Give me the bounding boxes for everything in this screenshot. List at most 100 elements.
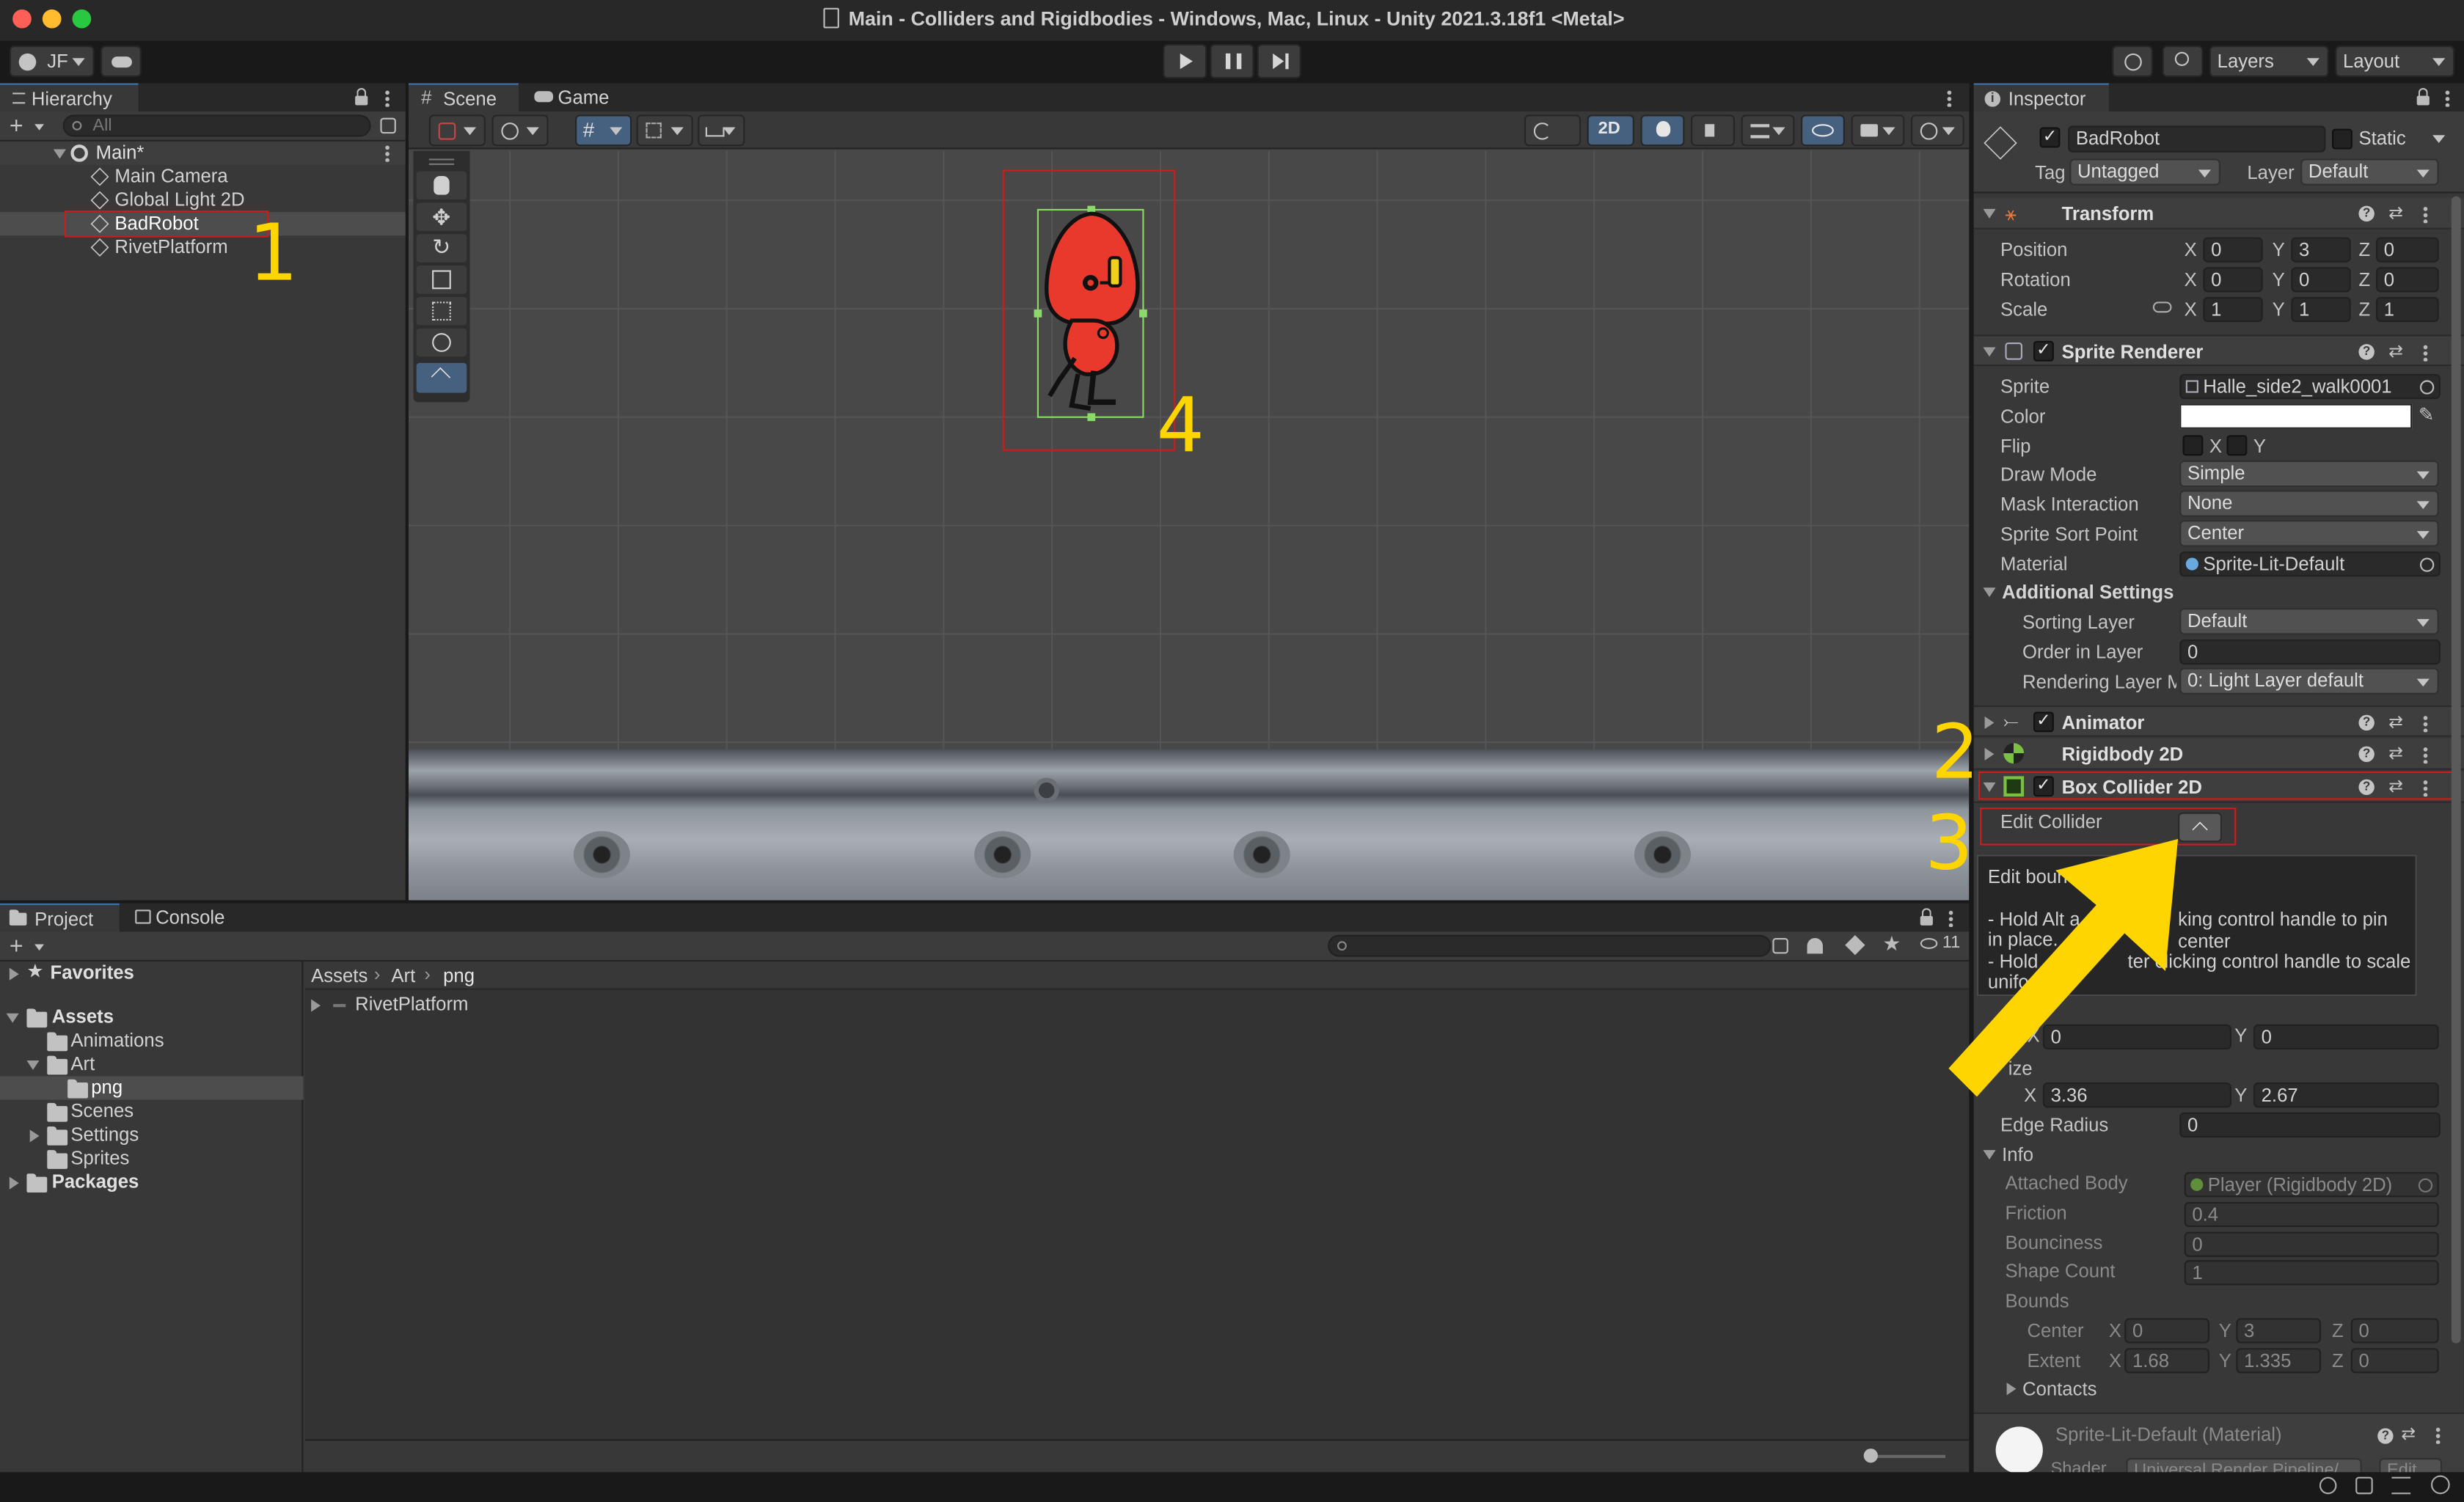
shading-toggle[interactable] <box>1524 114 1582 147</box>
zoom-slider-thumb[interactable] <box>1863 1448 1878 1463</box>
tree-item-png[interactable]: png <box>0 1076 304 1100</box>
expand-icon[interactable] <box>311 999 321 1012</box>
filter-label-icon[interactable] <box>1845 934 1865 956</box>
lighting-toggle[interactable] <box>1640 114 1685 147</box>
scene-filter-icon[interactable] <box>380 117 396 134</box>
breadcrumb-assets[interactable]: Assets <box>311 964 368 986</box>
tree-item-scenes[interactable]: Scenes <box>0 1100 303 1124</box>
scene-row[interactable]: Main* <box>0 141 406 165</box>
expand-icon[interactable] <box>9 1176 19 1190</box>
rotate-tool-button[interactable]: ↻ <box>416 234 467 263</box>
static-dropdown-icon[interactable] <box>2432 135 2446 143</box>
order-in-layer-field[interactable]: 0 <box>2179 639 2441 665</box>
search-scope-icon[interactable] <box>1772 937 1788 954</box>
account-dropdown[interactable]: JF <box>9 45 95 77</box>
maximize-window-button[interactable] <box>72 9 92 29</box>
presets-icon[interactable]: ⇄ <box>2388 711 2403 733</box>
rotation-z-field[interactable]: 0 <box>2376 267 2439 293</box>
tree-item-sprites[interactable]: Sprites <box>0 1147 303 1171</box>
project-search-input[interactable] <box>1328 934 1772 957</box>
breadcrumb-art[interactable]: Art <box>391 964 415 986</box>
size-y-field[interactable]: 2.67 <box>2253 1082 2439 1108</box>
effects-dropdown[interactable] <box>1741 114 1795 147</box>
tab-game[interactable]: Game <box>524 84 619 112</box>
robot-sprite[interactable] <box>1037 210 1144 418</box>
close-window-button[interactable] <box>12 9 32 29</box>
rotation-x-field[interactable]: 0 <box>2203 267 2263 293</box>
cloud-button[interactable] <box>100 45 142 77</box>
play-button[interactable] <box>1163 43 1207 79</box>
help-icon[interactable]: ? <box>2358 205 2375 222</box>
zoom-slider-track[interactable] <box>1866 1454 1946 1459</box>
tab-project[interactable]: Project <box>0 903 120 932</box>
edge-radius-field[interactable]: 0 <box>2179 1112 2441 1138</box>
add-icon[interactable]: + <box>10 934 23 960</box>
expand-icon[interactable] <box>1984 747 1995 761</box>
hand-tool-button[interactable] <box>416 171 467 200</box>
active-checkbox[interactable]: ✓ <box>2039 127 2061 148</box>
tree-item-favorites[interactable]: ★ Favorites <box>0 960 303 986</box>
toggle-2d-button[interactable]: 2D <box>1587 114 1634 147</box>
collapse-icon[interactable] <box>1983 1150 1996 1160</box>
rotation-y-field[interactable]: 0 <box>2291 267 2351 293</box>
more-icon[interactable] <box>384 89 390 107</box>
filter-type-icon[interactable] <box>1807 937 1823 954</box>
object-name-field[interactable]: BadRobot <box>2068 125 2326 153</box>
lock-icon[interactable] <box>1920 908 1933 926</box>
collapse-icon[interactable] <box>1983 208 1996 219</box>
pause-button[interactable] <box>1210 43 1254 79</box>
sprite-sort-point-dropdown[interactable]: Center <box>2179 520 2439 547</box>
scene-more-icon[interactable] <box>384 144 390 162</box>
expand-icon[interactable] <box>2006 1382 2017 1396</box>
grid-dropdown[interactable] <box>636 114 693 147</box>
grid-snap-dropdown[interactable]: # <box>575 114 632 147</box>
help-icon[interactable]: ? <box>2358 746 2375 763</box>
component-more-icon[interactable] <box>2423 205 2428 224</box>
tree-item-animations[interactable]: Animations <box>0 1029 303 1052</box>
scene-more-icon[interactable] <box>1947 89 1952 107</box>
rivet-platform[interactable] <box>408 749 1970 901</box>
tab-console[interactable]: Console <box>125 904 245 932</box>
sprite-field[interactable]: Halle_side2_walk0001 <box>2179 373 2441 400</box>
network-icon[interactable] <box>2391 1476 2411 1495</box>
component-more-icon[interactable] <box>2423 746 2428 764</box>
presets-icon[interactable]: ⇄ <box>2401 1424 2416 1444</box>
transform-header[interactable]: ⚹ Transform ? ⇄ <box>1973 197 2464 230</box>
hierarchy-item-global-light[interactable]: Global Light 2D <box>0 188 406 212</box>
component-more-icon[interactable] <box>2423 714 2428 733</box>
mask-interaction-dropdown[interactable]: None <box>2179 490 2439 517</box>
component-more-icon[interactable] <box>2423 344 2428 362</box>
help-icon[interactable]: ? <box>2377 1428 2394 1444</box>
scale-tool-button[interactable] <box>416 265 467 294</box>
flip-y-checkbox[interactable] <box>2226 435 2248 456</box>
sorting-layer-dropdown[interactable]: Default <box>2179 608 2439 635</box>
expand-icon[interactable] <box>9 967 19 981</box>
draw-mode-dropdown[interactable]: Simple <box>2179 460 2439 488</box>
draw-mode-dropdown[interactable] <box>428 114 486 147</box>
auto-refresh-icon[interactable] <box>2430 1475 2450 1495</box>
collapse-icon[interactable] <box>6 1013 19 1023</box>
tree-item-art[interactable]: Art <box>0 1052 303 1076</box>
rendering-layer-mask-dropdown[interactable]: 0: Light Layer default <box>2179 667 2439 695</box>
file-item-rivetplatform[interactable]: RivetPlatform <box>305 993 777 1016</box>
animator-header[interactable]: ⤚ ✓ Animator ? ⇄ <box>1973 705 2464 737</box>
enabled-checkbox[interactable]: ✓ <box>2033 340 2054 362</box>
tab-hierarchy[interactable]: Hierarchy <box>0 83 139 112</box>
add-dropdown-icon[interactable] <box>34 124 44 131</box>
shader-dropdown[interactable]: Universal Render Pipeline/ <box>2126 1458 2362 1473</box>
offset-y-field[interactable]: 0 <box>2253 1024 2439 1050</box>
history-button[interactable] <box>2112 45 2153 77</box>
step-button[interactable] <box>1257 43 1301 79</box>
scene-viewport[interactable]: ✥ ↻ 4 <box>408 150 1970 901</box>
inspector-scrollbar[interactable] <box>2450 196 2463 1432</box>
help-icon[interactable]: ? <box>2358 344 2375 360</box>
help-icon[interactable]: ? <box>2358 714 2375 731</box>
position-z-field[interactable]: 0 <box>2376 237 2439 263</box>
lock-icon[interactable] <box>355 87 368 106</box>
contacts-label[interactable]: Contacts <box>2022 1378 2096 1400</box>
color-swatch[interactable] <box>2179 403 2413 429</box>
add-dropdown-icon[interactable] <box>34 944 44 951</box>
additional-settings-label[interactable]: Additional Settings <box>2002 582 2174 604</box>
expand-icon[interactable] <box>1984 716 1995 730</box>
favorite-star-icon[interactable]: ★ <box>1882 931 1901 956</box>
